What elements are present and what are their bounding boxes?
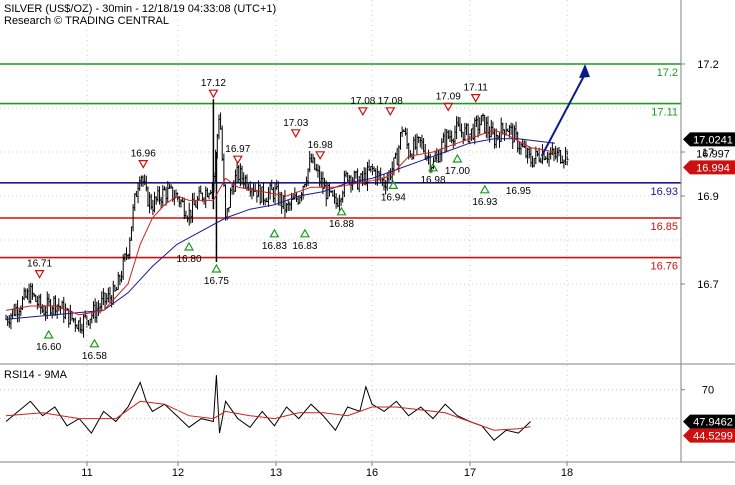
high-label: 17.08 — [378, 96, 403, 107]
low-label: 16.58 — [82, 351, 107, 362]
low-label: 16.83 — [292, 241, 317, 252]
current-price-label: 16.994 — [696, 162, 730, 174]
time-axis-label: 18 — [561, 467, 573, 479]
current-price-label: 16.997 — [696, 148, 730, 160]
level-label: 16.85 — [650, 221, 678, 233]
level-annotation-label: 16.95 — [506, 186, 531, 197]
current-price-label: 17.0241 — [693, 134, 733, 146]
price-axis-label: 17.2 — [697, 59, 718, 71]
high-label: 16.97 — [225, 144, 250, 155]
level-label: 16.93 — [650, 186, 678, 198]
low-label: 16.94 — [381, 192, 406, 203]
price-axis-label: 16.9 — [697, 191, 718, 203]
low-label: 16.83 — [262, 241, 287, 252]
high-label: 16.96 — [131, 149, 156, 160]
low-label: 16.88 — [329, 219, 354, 230]
high-label: 17.03 — [283, 118, 308, 129]
low-label: 16.60 — [36, 342, 61, 353]
high-label: 16.98 — [308, 140, 333, 151]
rsi-label: RSI14 - 9MA — [4, 369, 68, 381]
low-label: 16.98 — [420, 175, 445, 186]
low-label: 16.75 — [204, 276, 229, 287]
time-axis-label: 17 — [464, 467, 476, 479]
rsi-value-label: 47.9462 — [693, 417, 733, 429]
level-label: 17.11 — [651, 107, 678, 119]
high-label: 17.11 — [464, 83, 489, 94]
level-label: 16.76 — [650, 261, 678, 273]
time-axis-label: 11 — [81, 467, 92, 479]
high-label: 17.12 — [201, 78, 226, 89]
rsi-value-label: 44.5299 — [693, 431, 733, 443]
chart-title: SILVER (US$/OZ) - 30min - 12/18/19 04:33… — [4, 3, 276, 15]
high-label: 16.71 — [27, 259, 52, 270]
low-label: 16.80 — [176, 254, 201, 265]
low-label: 17.00 — [445, 166, 470, 177]
time-axis-label: 13 — [270, 467, 282, 479]
price-axis-label: 16.7 — [697, 279, 718, 291]
rsi-axis-label: 70 — [702, 385, 714, 397]
time-axis-label: 12 — [172, 467, 184, 479]
high-label: 17.09 — [436, 91, 461, 102]
trading-chart: 17.2 17.11 16.93 16.85 16.76 16.71 16.60 16.58… — [0, 0, 735, 480]
level-label: 17.2 — [657, 67, 678, 79]
chart-container: 17.2 17.11 16.93 16.85 16.76 16.71 16.60 16.58… — [0, 0, 735, 480]
time-axis-label: 16 — [366, 467, 378, 479]
low-label: 16.93 — [472, 197, 497, 208]
